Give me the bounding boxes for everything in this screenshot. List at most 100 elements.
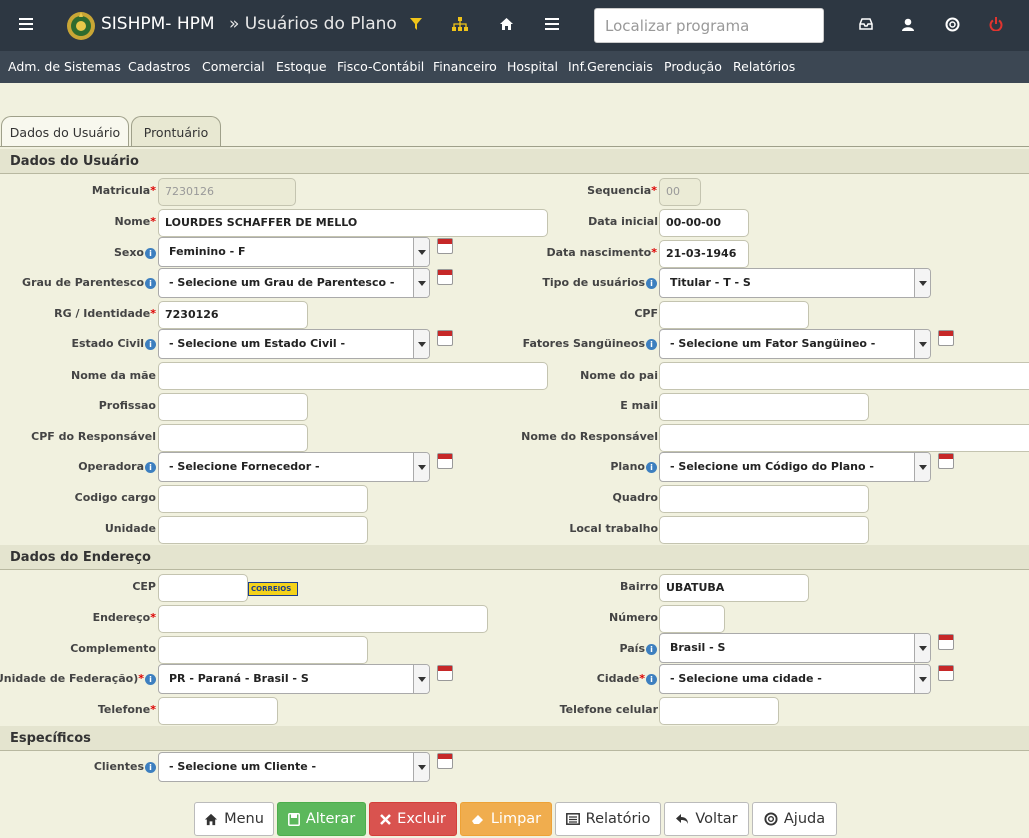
calendar-icon[interactable] [437,330,453,346]
nome-mae-field[interactable] [158,362,548,390]
operadora-label: Operadora i [78,460,156,473]
info-icon[interactable]: i [646,643,657,655]
lifebuoy-icon[interactable] [942,14,962,34]
unidade-label: Unidade [104,522,156,535]
clientes-select[interactable]: - Selecione um Cliente - [158,752,430,782]
cidade-select[interactable]: - Selecione uma cidade - [659,664,931,694]
menu-item-adm-sistemas[interactable]: Adm. de Sistemas [8,59,121,74]
info-icon[interactable]: i [145,673,156,685]
info-icon[interactable]: i [646,338,657,350]
endereco-field[interactable] [158,605,488,633]
data-inicial-label: Data inicial [588,215,658,228]
profissao-field[interactable] [158,393,308,421]
excluir-button[interactable]: Excluir [369,802,457,836]
info-icon[interactable]: i [145,247,156,259]
menu-item-relatorios[interactable]: Relatórios [733,59,795,74]
alterar-button[interactable]: Alterar [277,802,366,836]
main-menu-bar: Adm. de Sistemas Cadastros Comercial Est… [0,51,1029,83]
telefone-field[interactable] [158,697,278,725]
tipo-usuarios-select[interactable]: Titular - T - S [659,268,931,298]
estado-civil-select[interactable]: - Selecione um Estado Civil - [158,329,430,359]
user-icon[interactable] [898,14,918,34]
list-menu-icon[interactable] [542,14,562,34]
calendar-icon[interactable] [437,753,453,769]
info-icon[interactable]: i [145,461,156,473]
nome-responsavel-field[interactable] [659,424,1029,452]
hamburger-menu-icon[interactable] [18,13,34,37]
sitemap-icon[interactable] [450,14,470,34]
codigo-cargo-field[interactable] [158,485,368,513]
cpf-field[interactable] [659,301,809,329]
uf-select[interactable]: PR - Paraná - Brasil - S [158,664,430,694]
calendar-icon[interactable] [938,453,954,469]
pais-select[interactable]: Brasil - S [659,633,931,663]
sexo-select[interactable]: Feminino - F [158,237,430,267]
email-field[interactable] [659,393,869,421]
data-nascimento-field[interactable]: 21-03-1946 [659,240,749,268]
info-icon[interactable]: i [145,761,156,773]
grau-parentesco-select[interactable]: - Selecione um Grau de Parentesco - [158,268,430,298]
power-icon[interactable] [986,14,1006,34]
operadora-select[interactable]: - Selecione Fornecedor - [158,452,430,482]
ajuda-button[interactable]: Ajuda [752,802,837,836]
menu-button[interactable]: Menu [194,802,274,836]
bairro-field[interactable]: UBATUBA [659,574,809,602]
info-icon[interactable]: i [145,338,156,350]
calendar-icon[interactable] [938,330,954,346]
local-trabalho-field[interactable] [659,516,869,544]
app-title[interactable]: SISHPM- HPM [101,14,215,34]
filter-icon[interactable] [406,14,426,34]
menu-item-cadastros[interactable]: Cadastros [128,59,190,74]
relatorio-button[interactable]: Relatório [555,802,661,836]
unidade-field[interactable] [158,516,368,544]
sequencia-field[interactable]: 00 [659,178,701,206]
chevron-down-icon [413,453,429,481]
info-icon[interactable]: i [646,673,657,685]
calendar-icon[interactable] [437,453,453,469]
menu-item-comercial[interactable]: Comercial [202,59,265,74]
telefone-celular-field[interactable] [659,697,779,725]
calendar-icon[interactable] [938,665,954,681]
search-program-input[interactable]: Localizar programa [594,8,824,43]
menu-item-producao[interactable]: Produção [664,59,722,74]
limpar-button[interactable]: Limpar [460,802,552,836]
complemento-field[interactable] [158,636,368,664]
chevron-down-icon [914,269,930,297]
menu-item-hospital[interactable]: Hospital [507,59,558,74]
codigo-cargo-label: Codigo cargo [74,491,156,504]
chevron-down-icon [413,269,429,297]
inbox-icon[interactable] [856,14,876,34]
fatores-select[interactable]: - Selecione um Fator Sangüineo - [659,329,931,359]
info-icon[interactable]: i [646,277,657,289]
nome-field[interactable]: LOURDES SCHAFFER DE MELLO [158,209,548,237]
calendar-icon[interactable] [437,665,453,681]
info-icon[interactable]: i [646,461,657,473]
menu-item-inf-gerenciais[interactable]: Inf.Gerenciais [568,59,653,74]
calendar-icon[interactable] [437,238,453,254]
voltar-button-label: Voltar [695,811,738,827]
rg-field[interactable]: 7230126 [158,301,308,329]
calendar-icon[interactable] [437,269,453,285]
menu-item-fisco-contabil[interactable]: Fisco-Contábil [337,59,424,74]
numero-label: Número [609,611,658,624]
menu-item-estoque[interactable]: Estoque [276,59,327,74]
chevron-down-icon [914,634,930,662]
correios-logo[interactable]: CORREIOS [248,582,298,596]
tab-prontuario[interactable]: Prontuário [131,116,221,147]
tab-dados-usuario[interactable]: Dados do Usuário [1,116,129,147]
plano-select[interactable]: - Selecione um Código do Plano - [659,452,931,482]
home-icon[interactable] [496,14,516,34]
nome-pai-field[interactable] [659,362,1029,390]
relatorio-button-label: Relatório [585,811,651,827]
voltar-button[interactable]: Voltar [664,802,749,836]
quadro-field[interactable] [659,485,869,513]
numero-field[interactable] [659,605,725,633]
matricula-field[interactable]: 7230126 [158,178,296,206]
nome-pai-label: Nome do pai [580,369,658,382]
menu-item-financeiro[interactable]: Financeiro [433,59,497,74]
cpf-responsavel-field[interactable] [158,424,308,452]
calendar-icon[interactable] [938,634,954,650]
cep-field[interactable] [158,574,248,602]
info-icon[interactable]: i [145,277,156,289]
data-inicial-field[interactable]: 00-00-00 [659,209,749,237]
